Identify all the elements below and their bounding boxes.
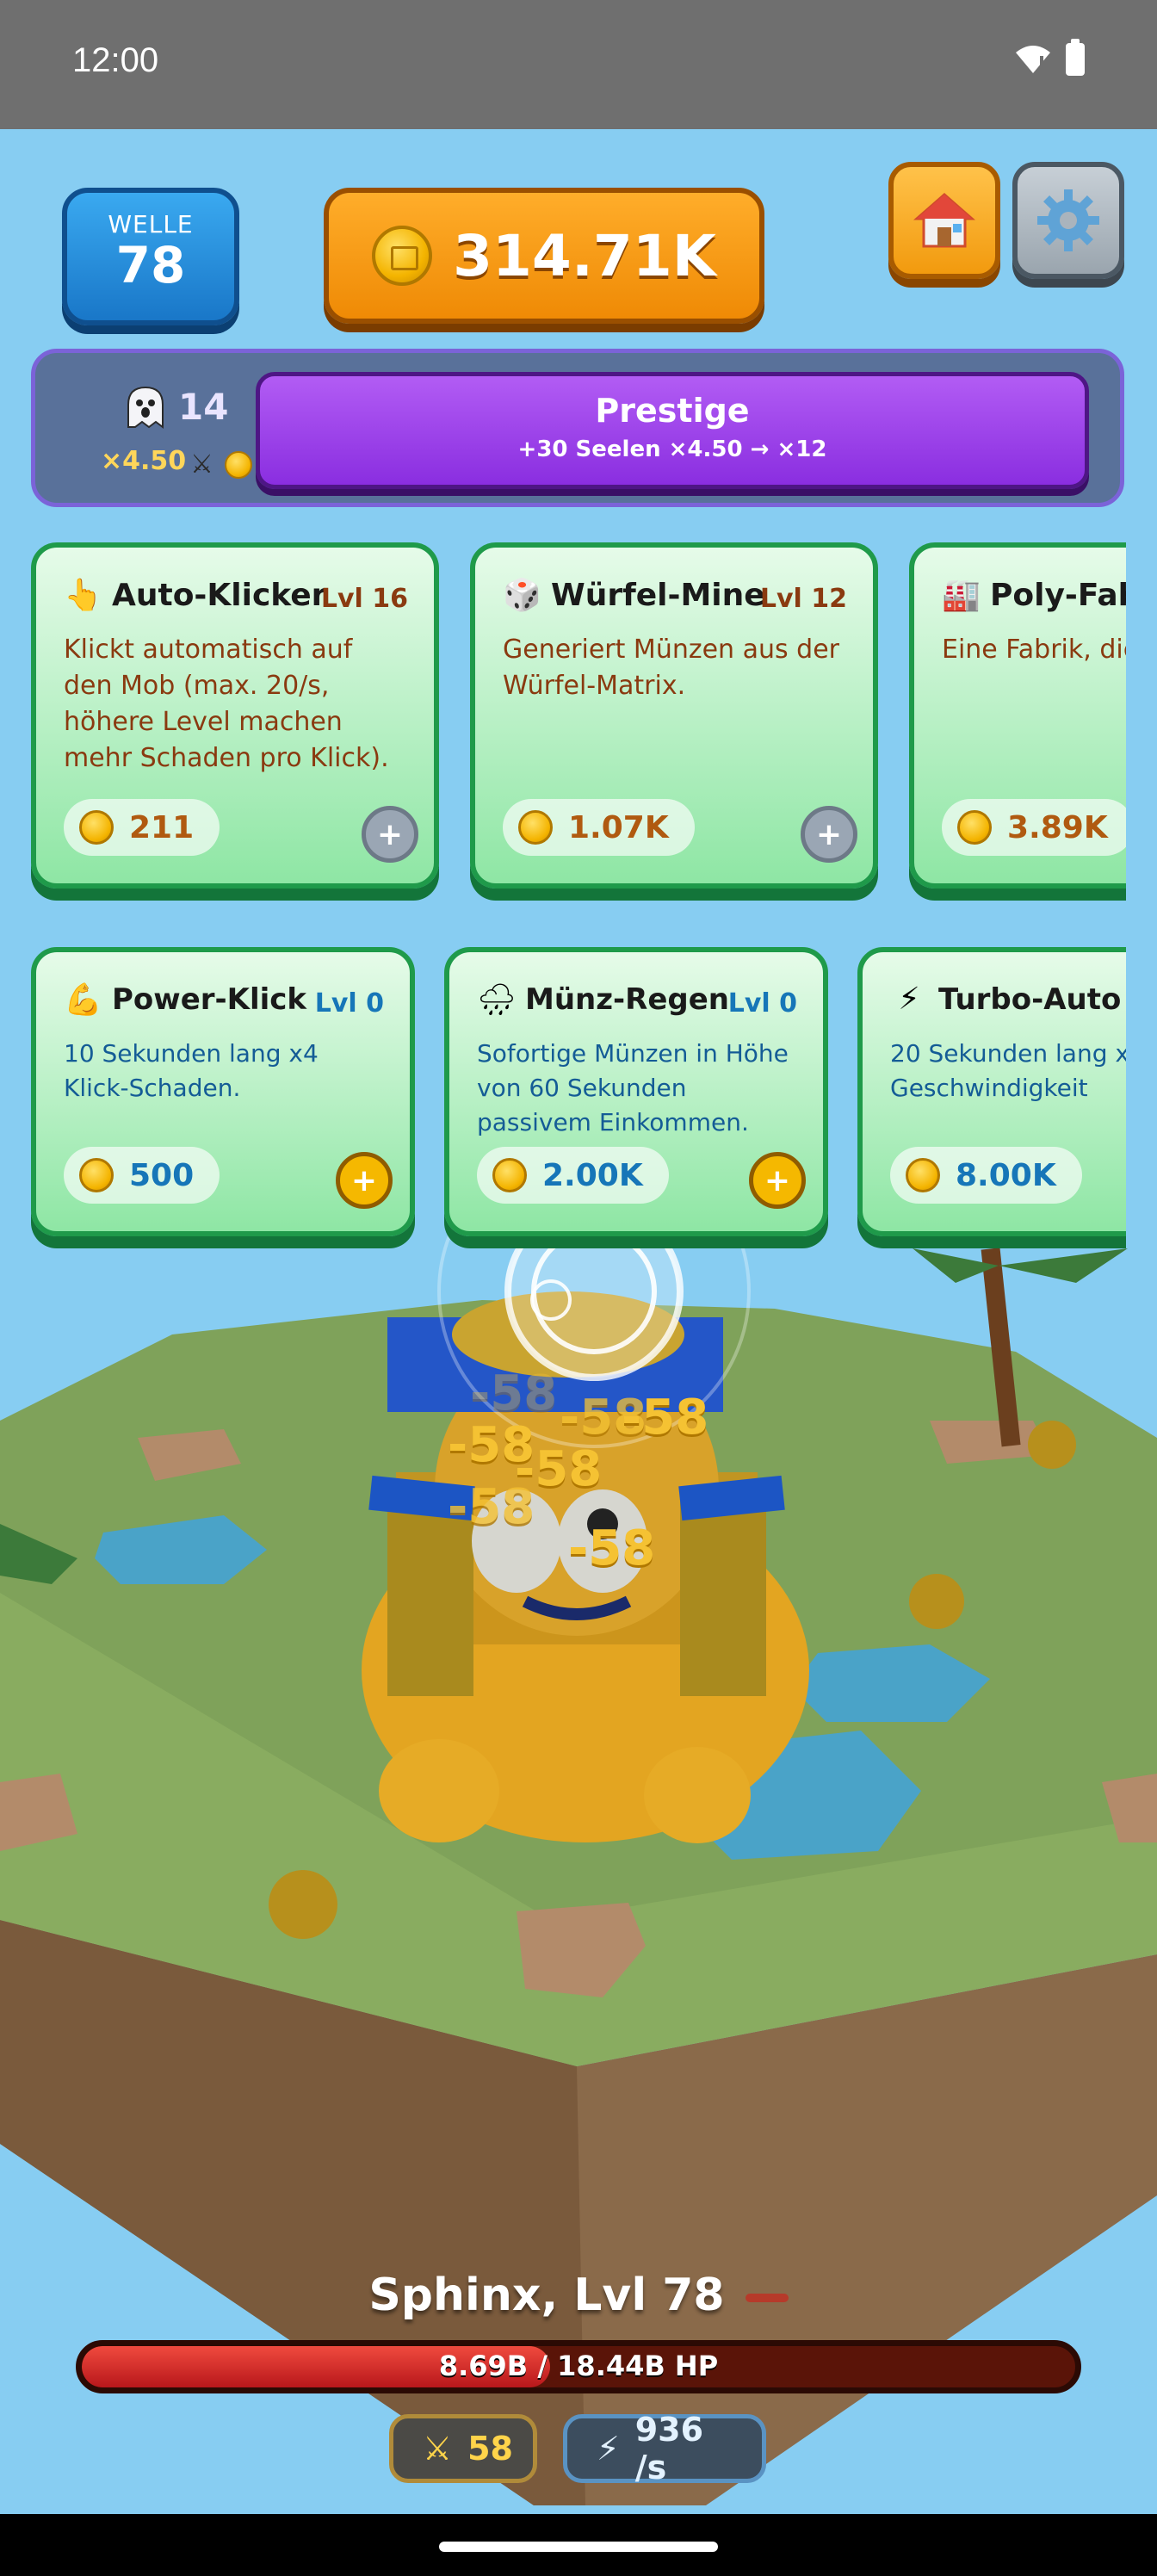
generator-description: Generiert Münzen aus der Würfel-Matrix.	[503, 635, 839, 701]
generator-description: Eine Fabrik, die prägt.	[942, 635, 1126, 665]
damage-number: -58	[448, 1479, 535, 1535]
price-value: 3.89K	[1007, 809, 1108, 845]
wave-number: 78	[115, 236, 186, 294]
generator-name: Poly-Fabrik	[990, 577, 1126, 613]
attack-stat: ⚔ 58	[389, 2414, 537, 2483]
attack-value: 58	[467, 2430, 513, 2468]
coin-icon	[957, 810, 992, 845]
coin-icon	[79, 1158, 114, 1192]
price-value: 500	[129, 1157, 195, 1193]
boost-name: Power-Klick	[112, 982, 307, 1017]
coin-balance: 314.71K	[324, 188, 764, 324]
coin-icon	[492, 1158, 527, 1192]
coin-icon	[372, 226, 433, 286]
boost-carousel[interactable]: 💪 Power-Klick Lvl 0 10 Sekunden lang x4 …	[31, 947, 1126, 1259]
battery-icon	[1066, 39, 1085, 76]
prestige-panel: 14 ×4.50 ⚔ Prestige +30 Seelen ×4.50 → ×…	[31, 349, 1124, 507]
damage-number: -58	[622, 1390, 709, 1446]
boss-debuff-indicator	[745, 2294, 789, 2302]
boost-level: Lvl 0	[727, 988, 797, 1019]
generator-price: 211	[64, 799, 220, 856]
wave-label: WELLE	[108, 210, 194, 238]
system-navigation-bar	[0, 2514, 1157, 2576]
speed-stat: ⚡ 936 /s	[563, 2411, 766, 2486]
generator-card-auto-klicker[interactable]: 👆 Auto-Klicker Lvl 16 Klickt automatisch…	[31, 542, 439, 889]
upgrade-button[interactable]: +	[801, 806, 857, 863]
price-value: 211	[129, 809, 195, 845]
prestige-button-title: Prestige	[595, 392, 750, 430]
price-value: 1.07K	[568, 809, 669, 845]
coin-icon	[79, 810, 114, 845]
pointing-hand-icon: 👆	[64, 578, 102, 613]
prestige-button-subtitle: +30 Seelen ×4.50 → ×12	[517, 437, 827, 462]
crossed-swords-icon: ⚔	[423, 2430, 453, 2468]
generator-name: Auto-Klicker	[112, 577, 327, 613]
soul-count: 14	[178, 386, 229, 428]
dice-icon: 🎲	[503, 578, 541, 613]
home-button[interactable]	[888, 162, 1000, 279]
generator-level: Lvl 12	[759, 584, 847, 614]
lightning-icon: ⚡	[597, 2430, 620, 2468]
boost-card-turbo-auto[interactable]: ⚡ Turbo-Auto 20 Sekunden lang x Klick-Ge…	[857, 947, 1126, 1236]
crossed-swords-icon: ⚔	[190, 449, 213, 480]
rain-cloud-icon: 🌧	[477, 982, 517, 1018]
price-value: 8.00K	[956, 1157, 1056, 1193]
boss-name: Sphinx, Lvl 78	[368, 2269, 725, 2321]
boost-price: 500	[64, 1147, 220, 1204]
damage-number: -58	[470, 1365, 558, 1421]
status-icons	[1014, 39, 1085, 76]
home-icon	[913, 193, 975, 248]
boost-price: 8.00K	[890, 1147, 1082, 1204]
boss-title: Sphinx, Lvl 78	[0, 2269, 1157, 2321]
generator-name: Würfel-Mine	[551, 577, 765, 613]
price-value: 2.00K	[542, 1157, 643, 1193]
buy-boost-button[interactable]: +	[336, 1152, 393, 1209]
generator-price: 3.89K	[942, 799, 1126, 856]
boss-hp-text: 8.69B / 18.44B HP	[438, 2350, 719, 2382]
speed-value: 936 /s	[634, 2411, 704, 2486]
boost-card-muenz-regen[interactable]: 🌧 Münz-Regen Lvl 0 Sofortige Münzen in H…	[444, 947, 828, 1236]
coin-icon	[518, 810, 553, 845]
coin-icon	[906, 1158, 940, 1192]
wifi-icon	[1016, 46, 1050, 73]
generator-card-poly-fabrik[interactable]: 🏭 Poly-Fabrik Eine Fabrik, die prägt. 3.…	[909, 542, 1126, 889]
generator-price: 1.07K	[503, 799, 695, 856]
lightning-icon: ⚡	[898, 981, 920, 1017]
generator-carousel[interactable]: 👆 Auto-Klicker Lvl 16 Klickt automatisch…	[31, 542, 1126, 913]
generator-description: Klickt automatisch auf den Mob (max. 20/…	[64, 635, 389, 773]
prestige-button[interactable]: Prestige +30 Seelen ×4.50 → ×12	[256, 372, 1089, 489]
boost-description: 10 Sekunden lang x4 Klick-Schaden.	[64, 1039, 319, 1102]
boost-level: Lvl 0	[314, 988, 384, 1019]
settings-button[interactable]	[1012, 162, 1124, 279]
home-gesture-handle[interactable]	[439, 2542, 718, 2552]
gear-icon	[1037, 189, 1099, 251]
coin-icon	[225, 451, 252, 479]
factory-icon: 🏭	[942, 578, 981, 613]
boost-price: 2.00K	[477, 1147, 669, 1204]
soul-multiplier: ×4.50	[101, 446, 187, 476]
wave-badge: WELLE 78	[62, 188, 239, 325]
generator-card-wuerfel-mine[interactable]: 🎲 Würfel-Mine Lvl 12 Generiert Münzen au…	[470, 542, 878, 889]
boost-description: 20 Sekunden lang x Klick-Geschwindigkeit	[890, 1039, 1126, 1102]
boss-hp-bar: 8.69B / 18.44B HP	[76, 2340, 1081, 2393]
boost-name: Münz-Regen	[525, 982, 729, 1017]
generator-level: Lvl 16	[320, 584, 408, 614]
flexed-arm-icon: 💪	[64, 982, 102, 1018]
coin-value: 314.71K	[453, 222, 716, 289]
upgrade-button[interactable]: +	[362, 806, 418, 863]
boost-name: Turbo-Auto	[938, 981, 1122, 1017]
status-bar: 12:00	[0, 0, 1157, 129]
soul-counter: 14 ×4.50 ⚔	[53, 379, 259, 491]
buy-boost-button[interactable]: +	[749, 1152, 806, 1209]
boost-description: Sofortige Münzen in Höhe von 60 Sekunden…	[477, 1039, 789, 1136]
damage-number: -58	[568, 1520, 656, 1576]
status-time: 12:00	[72, 41, 159, 79]
ghost-icon	[127, 386, 164, 429]
boost-card-power-klick[interactable]: 💪 Power-Klick Lvl 0 10 Sekunden lang x4 …	[31, 947, 415, 1236]
